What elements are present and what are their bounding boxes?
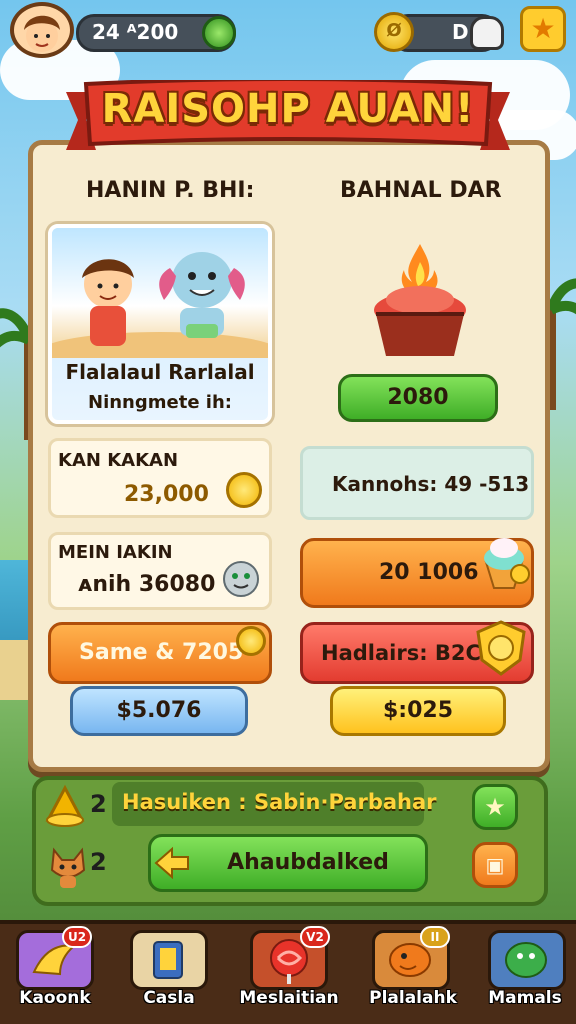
stat-card-2-value: ᴀnih 36080 bbox=[78, 572, 216, 597]
coin-icon: Ø bbox=[374, 12, 414, 52]
cupcake-fire-icon bbox=[374, 244, 466, 356]
dragon-icon bbox=[505, 942, 547, 978]
hero-characters-icon bbox=[52, 252, 268, 372]
cat-icon bbox=[50, 847, 86, 888]
nav-label: Plalalahk bbox=[369, 988, 457, 1008]
star-icon[interactable]: ★ bbox=[520, 6, 566, 52]
secondary-value: D bbox=[452, 20, 469, 44]
nav-badge: U2 bbox=[62, 926, 92, 948]
stat-card-1-value: 23,000 bbox=[124, 482, 209, 507]
action-button[interactable]: Ahaubdalked bbox=[148, 834, 428, 892]
arrow-left-icon bbox=[154, 846, 189, 880]
nav-badge: II bbox=[420, 926, 450, 948]
coin-icon bbox=[236, 626, 266, 656]
nav-label: Meslaitian bbox=[239, 988, 339, 1008]
nav-label: Casla bbox=[143, 988, 195, 1008]
hero-card[interactable]: Flalalaul Rarlalal Ninngmete ih: bbox=[48, 224, 272, 424]
player-avatar[interactable] bbox=[10, 2, 74, 58]
quest-count-2: 2 bbox=[90, 848, 107, 876]
page-title: RAISOHP AUAN! bbox=[101, 86, 475, 132]
hero-name: Flalalaul Rarlalal bbox=[65, 360, 255, 384]
nav-label: Mamals bbox=[488, 988, 562, 1008]
blue-price-button[interactable]: $5.076 bbox=[70, 686, 248, 736]
card-icon bbox=[153, 941, 183, 979]
stat-card-1-label: KAN KAKAN bbox=[58, 450, 179, 471]
stat-card-2-label: MEIN IAKIN bbox=[58, 542, 173, 563]
game-screen: 24 ᴬ200 Ø D ★ RAISOHP AUAN! HANIN P. BHI… bbox=[0, 0, 576, 1024]
ice-cream-icon bbox=[484, 538, 530, 589]
gold-pile-icon bbox=[45, 784, 85, 827]
buy-button[interactable]: 2080 bbox=[338, 374, 498, 422]
star-button-icon[interactable]: ★ bbox=[472, 784, 518, 830]
currency-value: 24 ᴬ200 bbox=[92, 20, 179, 44]
quest-count-1: 2 bbox=[90, 790, 107, 818]
avatar-face-icon bbox=[24, 15, 60, 52]
smiley-coin-icon bbox=[226, 472, 262, 508]
scroll-button-icon[interactable]: ▣ bbox=[472, 842, 518, 888]
yellow-price-button[interactable]: $:025 bbox=[330, 686, 506, 736]
right-column-title: BAHNAL DAR bbox=[340, 178, 502, 203]
quest-text: Hasuiken : Sabin·Parbahar bbox=[122, 790, 437, 814]
gem-icon[interactable] bbox=[202, 16, 236, 50]
hero-scene bbox=[52, 228, 268, 372]
hero-subtitle: Ninngmete ih: bbox=[88, 392, 232, 413]
shield-coin-icon bbox=[476, 620, 526, 676]
left-column-title: HANIN P. BHI: bbox=[86, 178, 255, 203]
info-card-text: Kannohs: 49 -513 bbox=[332, 472, 530, 496]
nav-label: Kaoonk bbox=[19, 988, 91, 1008]
ghost-icon bbox=[223, 561, 259, 597]
skull-icon[interactable] bbox=[470, 16, 504, 50]
nav-badge: V2 bbox=[300, 926, 330, 948]
